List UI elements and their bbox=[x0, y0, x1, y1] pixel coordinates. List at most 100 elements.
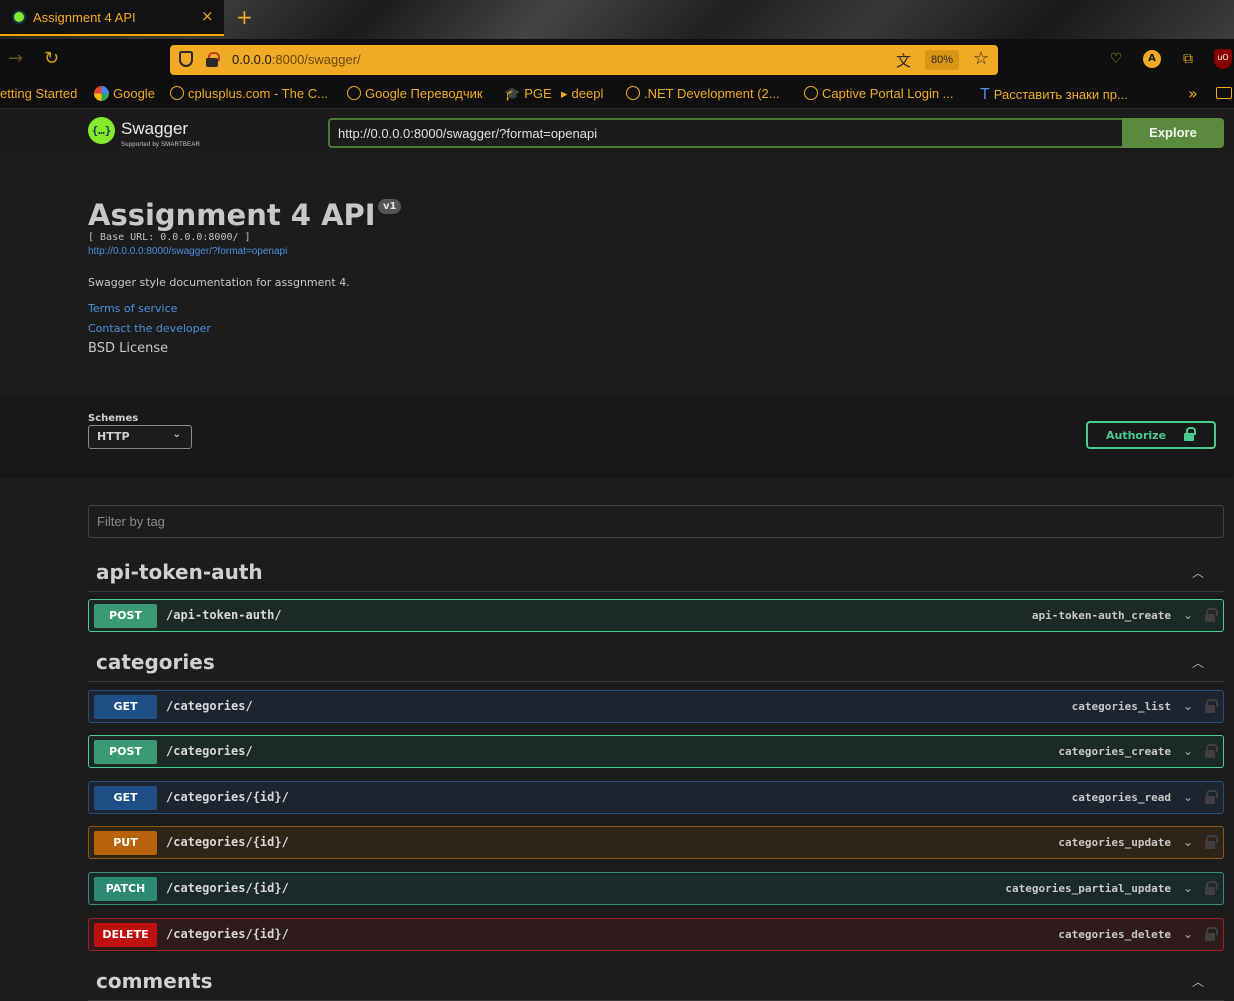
schemes-label: Schemes bbox=[88, 413, 139, 424]
chevron-down-icon[interactable]: ⌄ bbox=[1183, 881, 1193, 895]
operation-id: categories_delete bbox=[1058, 928, 1171, 941]
explore-button[interactable]: Explore bbox=[1122, 118, 1224, 148]
contact-developer-link[interactable]: Contact the developer bbox=[88, 322, 211, 335]
browser-tab-bar: Assignment 4 API × + bbox=[0, 0, 1234, 39]
authorize-button[interactable]: Authorize bbox=[1086, 421, 1216, 449]
globe-icon bbox=[347, 86, 361, 100]
bookmark-getting-started[interactable]: etting Started bbox=[0, 86, 77, 101]
globe-icon bbox=[626, 86, 640, 100]
bookmark-google[interactable]: Google bbox=[94, 86, 155, 101]
operation-id: categories_partial_update bbox=[1005, 882, 1171, 895]
operation-id: categories_list bbox=[1071, 700, 1171, 713]
bookmark-captive-portal[interactable]: Captive Portal Login ... bbox=[804, 86, 954, 101]
bookmark-star-icon[interactable]: ☆ bbox=[973, 48, 989, 69]
chevron-up-icon[interactable]: ︿ bbox=[1192, 654, 1204, 671]
insecure-lock-icon[interactable] bbox=[206, 52, 220, 67]
lock-icon[interactable] bbox=[1205, 881, 1218, 895]
schemes-select[interactable]: HTTP ⌄ bbox=[88, 425, 192, 449]
translate-icon[interactable]: 文 bbox=[896, 50, 911, 71]
t-letter-icon: T bbox=[980, 86, 990, 103]
bookmark-label: PGE bbox=[524, 86, 552, 101]
tag-name: categories bbox=[96, 650, 215, 674]
bookmark-label: Расставить знаки пр... bbox=[993, 87, 1128, 102]
address-text[interactable]: 0.0.0.0:8000/swagger/ bbox=[232, 52, 361, 67]
lock-icon[interactable] bbox=[1205, 608, 1218, 622]
swagger-favicon-icon bbox=[12, 10, 26, 24]
operation-path: /api-token-auth/ bbox=[166, 608, 282, 622]
swagger-logo-text[interactable]: Swagger bbox=[121, 119, 188, 139]
operation-delete-category[interactable]: DELETE /categories/{id}/ categories_dele… bbox=[88, 918, 1224, 951]
chevron-down-icon[interactable]: ⌄ bbox=[1183, 790, 1193, 804]
bookmark-dotnet[interactable]: .NET Development (2... bbox=[626, 86, 780, 101]
chevron-down-icon[interactable]: ⌄ bbox=[1183, 699, 1193, 713]
bookmark-label: deepl bbox=[571, 86, 604, 101]
filter-by-tag-input[interactable]: Filter by tag bbox=[88, 505, 1224, 538]
lock-icon[interactable] bbox=[1205, 927, 1218, 941]
terms-of-service-link[interactable]: Terms of service bbox=[88, 302, 177, 315]
method-badge: PUT bbox=[94, 831, 157, 855]
browser-tab-active[interactable]: Assignment 4 API × bbox=[0, 0, 224, 36]
bookmark-cplusplus[interactable]: cplusplus.com - The C... bbox=[170, 86, 328, 101]
operation-id: categories_create bbox=[1058, 745, 1171, 758]
method-badge: POST bbox=[94, 740, 157, 764]
zoom-level-badge[interactable]: 80% bbox=[925, 50, 959, 70]
bookmark-label: cplusplus.com - The C... bbox=[188, 86, 328, 101]
bookmark-deepl[interactable]: ▸ deepl bbox=[561, 86, 603, 102]
new-tab-button[interactable]: + bbox=[236, 5, 253, 29]
operation-post-api-token-auth[interactable]: POST /api-token-auth/ api-token-auth_cre… bbox=[88, 599, 1224, 632]
tag-name: comments bbox=[96, 969, 213, 993]
forward-icon[interactable]: → bbox=[8, 48, 23, 69]
graduation-cap-icon: 🎓 bbox=[504, 86, 521, 101]
lock-icon[interactable] bbox=[1205, 699, 1218, 713]
reload-icon[interactable]: ↻ bbox=[44, 48, 59, 69]
chevron-up-icon[interactable]: ︿ bbox=[1192, 973, 1204, 990]
more-bookmarks-icon[interactable]: » bbox=[1188, 84, 1198, 103]
operation-get-categories[interactable]: GET /categories/ categories_list ⌄ bbox=[88, 690, 1224, 723]
account-avatar[interactable]: A bbox=[1143, 50, 1161, 68]
bookmark-google-translate[interactable]: Google Переводчик bbox=[347, 86, 483, 101]
tab-close-icon[interactable]: × bbox=[201, 7, 214, 25]
operation-path: /categories/{id}/ bbox=[166, 790, 289, 804]
operation-patch-category[interactable]: PATCH /categories/{id}/ categories_parti… bbox=[88, 872, 1224, 905]
method-badge: GET bbox=[94, 786, 157, 810]
operation-path: /categories/{id}/ bbox=[166, 881, 289, 895]
chevron-down-icon[interactable]: ⌄ bbox=[1183, 744, 1193, 758]
globe-icon bbox=[804, 86, 818, 100]
authorize-label: Authorize bbox=[1106, 429, 1167, 442]
operation-post-categories[interactable]: POST /categories/ categories_create ⌄ bbox=[88, 735, 1224, 768]
bookmark-pge[interactable]: 🎓 PGE bbox=[504, 86, 552, 102]
tag-header-categories[interactable]: categories ︿ bbox=[88, 648, 1224, 682]
spec-link[interactable]: http://0.0.0.0:8000/swagger/?format=open… bbox=[88, 246, 287, 257]
chevron-down-icon[interactable]: ⌄ bbox=[1183, 927, 1193, 941]
address-bar[interactable]: 0.0.0.0:8000/swagger/ 文 80% ☆ bbox=[170, 45, 998, 75]
operation-put-category[interactable]: PUT /categories/{id}/ categories_update … bbox=[88, 826, 1224, 859]
bookmark-label: Google bbox=[113, 86, 155, 101]
chevron-up-icon[interactable]: ︿ bbox=[1192, 564, 1204, 581]
tracking-shield-icon[interactable] bbox=[179, 51, 193, 67]
pocket-icon[interactable]: ♡ bbox=[1107, 50, 1125, 68]
chevron-down-icon[interactable]: ⌄ bbox=[1183, 608, 1193, 622]
method-badge: DELETE bbox=[94, 923, 157, 947]
ublock-origin-icon[interactable]: uO bbox=[1214, 49, 1232, 69]
lock-icon[interactable] bbox=[1205, 790, 1218, 804]
swagger-logo-subtitle: Supported by SMARTBEAR bbox=[121, 142, 200, 148]
globe-icon bbox=[170, 86, 184, 100]
tag-header-api-token-auth[interactable]: api-token-auth ︿ bbox=[88, 558, 1224, 592]
method-badge: POST bbox=[94, 604, 157, 628]
operation-path: /categories/ bbox=[166, 699, 253, 713]
lock-icon[interactable] bbox=[1205, 835, 1218, 849]
method-badge: PATCH bbox=[94, 877, 157, 901]
operation-id: categories_update bbox=[1058, 836, 1171, 849]
schemes-section: Schemes HTTP ⌄ Authorize bbox=[0, 397, 1234, 475]
other-bookmarks-folder-icon[interactable] bbox=[1216, 87, 1232, 99]
tag-header-comments[interactable]: comments ︿ bbox=[88, 967, 1224, 1001]
swagger-topbar: {…} Swagger Supported by SMARTBEAR http:… bbox=[0, 109, 1234, 156]
bookmark-rasstavit[interactable]: T Расставить знаки пр... bbox=[980, 86, 1128, 104]
lock-icon[interactable] bbox=[1205, 744, 1218, 758]
swagger-logo-icon[interactable]: {…} bbox=[88, 117, 115, 144]
extensions-icon[interactable]: ⧉ bbox=[1179, 50, 1197, 68]
operation-get-category-by-id[interactable]: GET /categories/{id}/ categories_read ⌄ bbox=[88, 781, 1224, 814]
chevron-down-icon[interactable]: ⌄ bbox=[1183, 835, 1193, 849]
google-icon bbox=[94, 86, 109, 101]
spec-url-input[interactable]: http://0.0.0.0:8000/swagger/?format=open… bbox=[328, 118, 1122, 148]
